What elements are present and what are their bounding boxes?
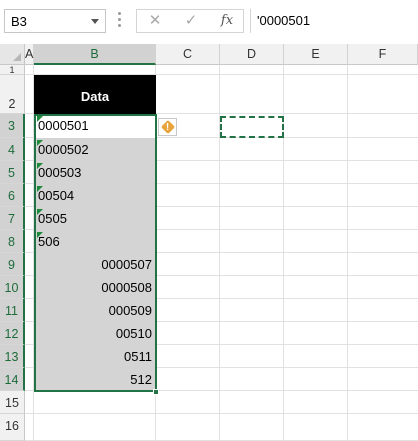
- cancel-icon[interactable]: ✕: [137, 10, 173, 32]
- row-header-6[interactable]: 6: [0, 184, 25, 207]
- insert-function-button[interactable]: fx: [209, 10, 245, 32]
- error-check-button[interactable]: !: [158, 118, 177, 136]
- fill-handle[interactable]: [153, 389, 159, 395]
- row-header-15[interactable]: 15: [0, 391, 25, 414]
- row-header-14[interactable]: 14: [0, 368, 25, 391]
- column-header-c[interactable]: C: [156, 44, 220, 65]
- table-header-cell[interactable]: Data: [34, 75, 156, 114]
- row-header-11[interactable]: 11: [0, 299, 25, 322]
- column-header-f[interactable]: F: [348, 44, 418, 65]
- formula-bar-area: B3 ✕ ✓ fx '0000501: [0, 0, 418, 44]
- row-header-16[interactable]: 16: [0, 414, 25, 441]
- row-header-5[interactable]: 5: [0, 161, 25, 184]
- formula-content: '0000501: [257, 13, 311, 28]
- gridline-horizontal: [25, 413, 418, 414]
- row-header-9[interactable]: 9: [0, 253, 25, 276]
- copy-marquee: [220, 116, 284, 138]
- enter-icon[interactable]: ✓: [173, 10, 209, 32]
- select-all-icon: [13, 53, 21, 61]
- select-all-corner[interactable]: [0, 44, 25, 65]
- formula-bar-resize-handle[interactable]: [118, 12, 122, 32]
- row-header-7[interactable]: 7: [0, 207, 25, 230]
- column-header-d[interactable]: D: [220, 44, 284, 65]
- column-header-a[interactable]: A: [25, 44, 34, 65]
- column-header-b[interactable]: B: [34, 44, 156, 65]
- worksheet-grid[interactable]: Data ! A B C D E F 1 2 3 4 5 6 7 8 9 10 11 12 13 14 15 16 0000…: [0, 44, 418, 441]
- row-header-12[interactable]: 12: [0, 322, 25, 345]
- row-header-3[interactable]: 3: [0, 114, 25, 138]
- warning-glyph: !: [165, 122, 170, 133]
- row-header-13[interactable]: 13: [0, 345, 25, 368]
- formula-input[interactable]: '0000501: [250, 9, 418, 33]
- selection-border: [34, 114, 157, 392]
- formula-buttons: ✕ ✓ fx: [136, 9, 244, 33]
- row-header-4[interactable]: 4: [0, 138, 25, 161]
- gridline-vertical: [347, 65, 348, 441]
- row-header-10[interactable]: 10: [0, 276, 25, 299]
- row-header-2[interactable]: 2: [0, 75, 25, 114]
- row-header-1[interactable]: 1: [0, 65, 25, 75]
- name-box-value: B3: [11, 14, 27, 29]
- chevron-down-icon[interactable]: [91, 19, 99, 24]
- column-header-e[interactable]: E: [284, 44, 348, 65]
- row-header-8[interactable]: 8: [0, 230, 25, 253]
- name-box[interactable]: B3: [4, 9, 106, 33]
